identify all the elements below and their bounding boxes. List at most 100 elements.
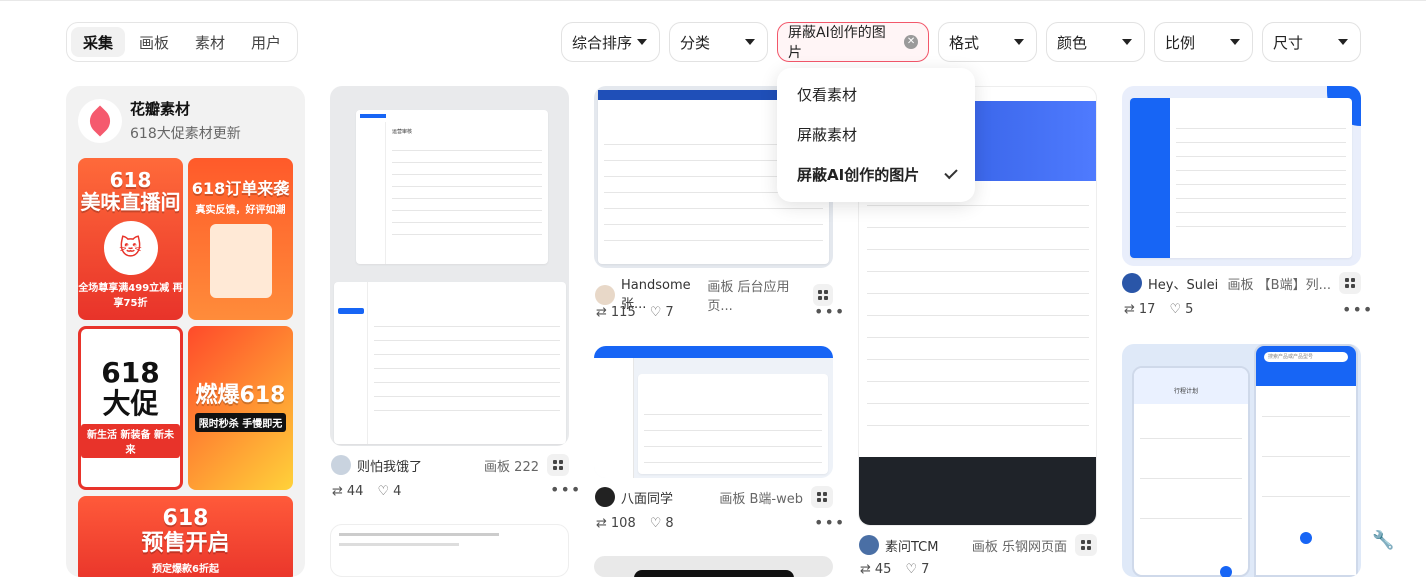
mock-logo xyxy=(360,114,386,118)
mock-row xyxy=(867,337,1089,338)
mock-row xyxy=(1176,156,1346,157)
poster-image[interactable]: 618 预售开启 预定爆款6折起 xyxy=(78,496,293,577)
poster-title: 618订单来袭 xyxy=(191,178,290,198)
format-filter-label: 格式 xyxy=(949,33,980,52)
mock-row xyxy=(867,293,1089,294)
poster-title: 燃爆618 xyxy=(195,383,286,409)
ai-filter[interactable]: 屏蔽AI创作的图片 ✕ xyxy=(777,22,929,62)
mock-row xyxy=(374,396,560,397)
poster-subtitle: 全场尊享满499立减 再享75折 xyxy=(78,283,183,309)
avatar[interactable] xyxy=(595,285,615,305)
board-icon[interactable] xyxy=(1075,534,1097,556)
wrench-icon[interactable]: 🔧 xyxy=(1372,530,1394,551)
avatar[interactable] xyxy=(1122,273,1142,293)
mock-row xyxy=(392,186,542,187)
pin-board[interactable]: 画板 后台应用页... xyxy=(707,276,805,314)
ratio-filter-label: 比例 xyxy=(1165,33,1196,52)
mock-row xyxy=(867,249,1089,250)
poster-image[interactable]: 618 美味直播间 🐱 全场尊享满499立减 再享75折 xyxy=(78,158,183,320)
category-filter[interactable]: 分类 xyxy=(669,22,768,62)
heart-icon[interactable]: ♡ xyxy=(650,516,662,531)
admin-table-mock: 运营审核 xyxy=(356,110,548,264)
pin-user[interactable]: 八面同学 xyxy=(621,488,673,507)
pin-user[interactable]: 则怕我饿了 xyxy=(357,456,422,475)
pin-image[interactable] xyxy=(1122,86,1361,266)
pin-user[interactable]: 素问TCM xyxy=(885,536,938,555)
check-icon xyxy=(944,165,958,179)
tab-boards[interactable]: 画板 xyxy=(127,27,181,57)
mock-sidebar xyxy=(356,122,386,264)
more-icon[interactable]: ••• xyxy=(814,513,845,532)
pin-board[interactable]: 画板 【B端】列... xyxy=(1228,274,1331,293)
chat-screens-graphic xyxy=(209,224,272,299)
repin-icon[interactable]: ⇄ xyxy=(596,305,607,320)
mock-row xyxy=(1262,456,1350,457)
mock-row xyxy=(604,240,823,241)
likes-count: 4 xyxy=(393,484,402,499)
poster-image[interactable]: 燃爆618 限时秒杀 手慢即无 xyxy=(188,326,293,490)
color-filter[interactable]: 颜色 xyxy=(1046,22,1145,62)
avatar[interactable] xyxy=(859,535,879,555)
board-icon[interactable] xyxy=(547,454,569,476)
size-filter[interactable]: 尺寸 xyxy=(1262,22,1361,62)
heart-icon[interactable]: ♡ xyxy=(650,305,662,320)
more-icon[interactable]: ••• xyxy=(1342,300,1373,319)
tab-materials[interactable]: 素材 xyxy=(183,27,237,57)
tab-users[interactable]: 用户 xyxy=(239,27,293,57)
repin-icon[interactable]: ⇄ xyxy=(332,484,343,499)
format-filter[interactable]: 格式 xyxy=(938,22,1037,62)
ai-filter-menu: 仅看素材 屏蔽素材 屏蔽AI创作的图片 xyxy=(777,68,975,202)
more-icon[interactable]: ••• xyxy=(814,302,845,321)
pin-image[interactable] xyxy=(594,556,833,577)
avatar[interactable] xyxy=(331,455,351,475)
admin-table-mock xyxy=(1130,98,1352,258)
pin-board[interactable]: 画板 222 xyxy=(484,456,539,475)
category-filter-label: 分类 xyxy=(680,33,711,52)
admin-table-mock xyxy=(334,282,566,444)
pin-image[interactable]: 行程计划 搜索产品或产品型号 xyxy=(1122,344,1361,577)
device-frame xyxy=(634,570,794,577)
pin-image[interactable] xyxy=(330,524,569,577)
heart-icon[interactable]: ♡ xyxy=(1169,302,1181,317)
menu-item-hide-materials[interactable]: 屏蔽素材 xyxy=(777,114,975,154)
mock-row xyxy=(374,326,560,327)
tab-collect[interactable]: 采集 xyxy=(71,27,126,57)
brand-name: 花瓣素材 xyxy=(130,100,191,118)
poster-title: 618 预售开启 xyxy=(141,506,230,556)
saves-count: 17 xyxy=(1138,302,1156,317)
menu-item-only-materials[interactable]: 仅看素材 xyxy=(777,74,975,114)
ratio-filter[interactable]: 比例 xyxy=(1154,22,1253,62)
saves-count: 115 xyxy=(610,305,636,320)
repin-icon[interactable]: ⇄ xyxy=(1124,302,1135,317)
mock-title: 运营审核 xyxy=(392,129,413,135)
board-icon[interactable] xyxy=(811,486,833,508)
mock-sidebar xyxy=(1130,98,1170,258)
saves-count: 45 xyxy=(874,562,892,577)
mock-row xyxy=(1176,198,1346,199)
repin-icon[interactable]: ⇄ xyxy=(860,562,871,577)
pin-board[interactable]: 画板 B端-web xyxy=(719,488,803,507)
heart-icon[interactable]: ♡ xyxy=(377,484,389,499)
board-icon[interactable] xyxy=(1339,272,1361,294)
menu-item-label: 屏蔽素材 xyxy=(797,125,858,144)
poster-image[interactable]: 618 大促 新生活 新装备 新未来 xyxy=(78,326,183,490)
sort-filter[interactable]: 综合排序 xyxy=(561,22,660,62)
color-filter-label: 颜色 xyxy=(1057,33,1088,52)
pin-image[interactable] xyxy=(594,346,833,478)
mock-row xyxy=(374,368,560,369)
mock-row xyxy=(867,359,1089,360)
brand-card[interactable]: 花瓣素材 618大促素材更新 618 美味直播间 🐱 全场尊享满499立减 再享… xyxy=(66,86,305,577)
pin-user[interactable]: Hey、Sulei xyxy=(1148,274,1218,293)
repin-icon[interactable]: ⇄ xyxy=(596,516,607,531)
caret-down-icon xyxy=(1014,39,1024,45)
mock-row xyxy=(644,446,822,447)
poster-image[interactable]: 618订单来袭 真实反馈，好评如潮 xyxy=(188,158,293,320)
mock-sidebar xyxy=(334,282,368,444)
pin-board[interactable]: 画板 乐钢网页面 xyxy=(972,536,1067,555)
pin-image[interactable]: 运营审核 xyxy=(330,86,569,446)
heart-icon[interactable]: ♡ xyxy=(905,562,917,577)
menu-item-hide-ai[interactable]: 屏蔽AI创作的图片 xyxy=(777,154,975,194)
more-icon[interactable]: ••• xyxy=(550,480,581,499)
avatar[interactable] xyxy=(595,487,615,507)
clear-icon[interactable]: ✕ xyxy=(904,35,918,49)
